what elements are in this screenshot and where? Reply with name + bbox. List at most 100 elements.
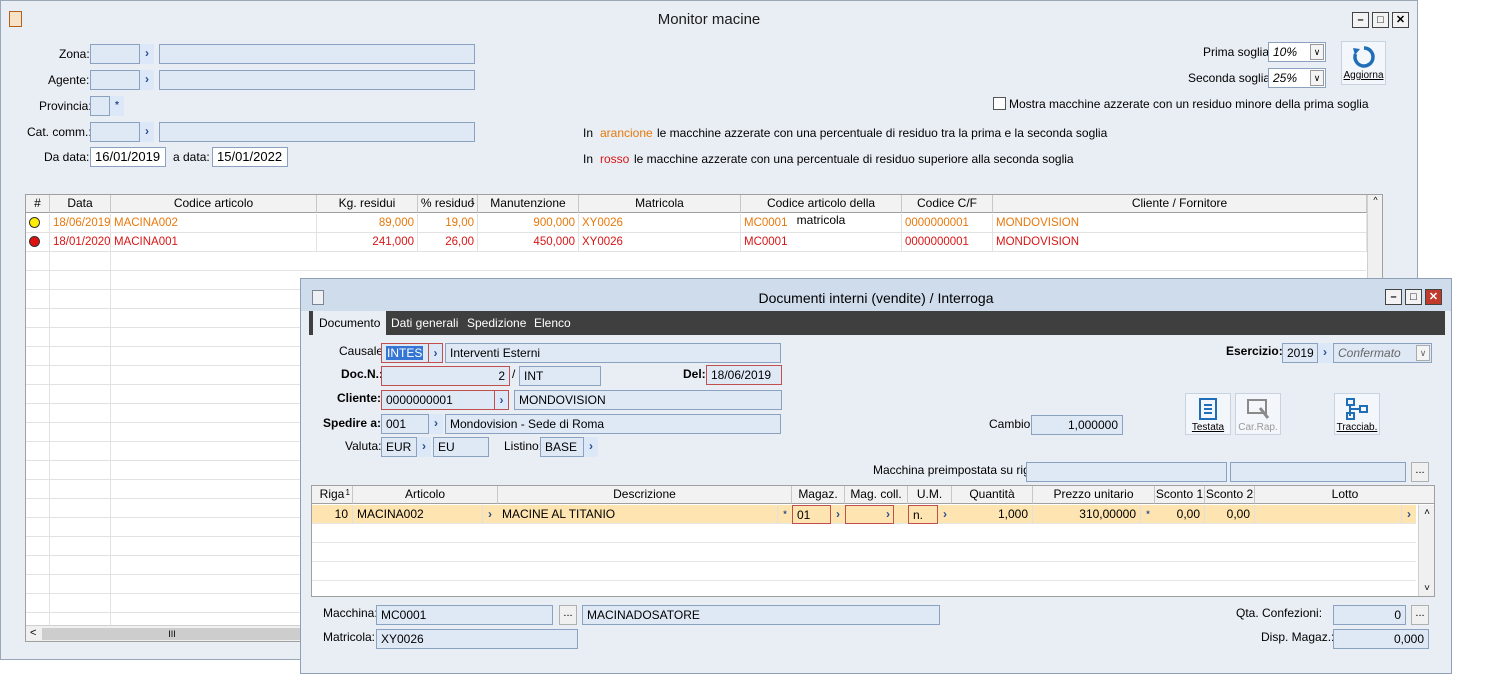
mostra-azzerate-checkbox[interactable] — [993, 97, 1006, 110]
da-data-label: Da data: — [44, 150, 90, 164]
car-rap-button[interactable]: Car.Rap. — [1235, 393, 1281, 435]
doc-minimize-button[interactable]: – — [1385, 289, 1402, 305]
macchina-more-button[interactable]: ... — [559, 605, 577, 625]
valuta-lookup-button[interactable]: › — [417, 437, 431, 457]
cell-lotto[interactable] — [1255, 505, 1402, 524]
tracciab-button[interactable]: Tracciab. — [1334, 393, 1380, 435]
col-header-codice-matricola[interactable]: Codice articolo della matricola — [741, 195, 902, 227]
del-date-input[interactable]: 18/06/2019 — [706, 365, 782, 385]
tab-dati-generali[interactable]: Dati generali — [385, 311, 464, 335]
empty-cell — [26, 537, 50, 556]
causale-lookup-button[interactable]: › — [429, 343, 443, 363]
prezzo-zoom-button[interactable]: * — [1141, 505, 1155, 524]
minimize-button[interactable]: – — [1352, 12, 1369, 28]
cell-descrizione[interactable]: MACINE AL TITANIO — [498, 505, 778, 524]
qta-confezioni-more-button[interactable]: ... — [1411, 605, 1429, 625]
magaz-lookup-button[interactable]: › — [831, 505, 845, 524]
macchina-input[interactable]: MC0001 — [376, 605, 553, 625]
mag-coll-lookup-button[interactable]: › — [881, 505, 895, 524]
col-header-perc-residuo[interactable]: % residuo 1 — [418, 195, 478, 213]
col-header-prezzo[interactable]: Prezzo unitario — [1033, 486, 1155, 504]
hscroll-thumb[interactable]: III — [42, 628, 302, 640]
zona-lookup-button[interactable]: › — [140, 44, 154, 64]
col-header-mag-coll[interactable]: Mag. coll. — [845, 486, 908, 504]
macchina-riga-input[interactable] — [1026, 462, 1227, 482]
qta-confezioni-input[interactable]: 0 — [1333, 605, 1406, 625]
stato-select[interactable]: Confermato ∨ — [1333, 343, 1432, 363]
col-header-cliente[interactable]: Cliente / Fornitore — [993, 195, 1367, 213]
listino-input[interactable]: BASE — [540, 437, 584, 457]
col-header-quantita[interactable]: Quantità — [952, 486, 1033, 504]
a-data-input[interactable]: 15/01/2022 — [212, 147, 288, 167]
cliente-input[interactable]: 0000000001 — [381, 390, 495, 410]
listino-lookup-button[interactable]: › — [584, 437, 598, 457]
tab-spedizione[interactable]: Spedizione — [461, 311, 532, 335]
articolo-lookup-button[interactable]: › — [483, 505, 497, 524]
col-header-magaz[interactable]: Magaz. — [792, 486, 845, 504]
col-header-matricola[interactable]: Matricola — [579, 195, 741, 213]
scroll-up-icon[interactable]: ˄ — [1419, 505, 1434, 521]
table-row[interactable] — [26, 252, 1366, 271]
docn-input[interactable]: 2 — [381, 366, 510, 386]
cell-um[interactable]: n. — [908, 505, 938, 524]
cliente-lookup-button[interactable]: › — [495, 390, 509, 410]
cell-magaz[interactable]: 01 — [792, 505, 831, 524]
maximize-button[interactable]: □ — [1372, 12, 1389, 28]
righe-vscrollbar[interactable]: ˄ ˅ — [1418, 505, 1434, 596]
col-header-lotto[interactable]: Lotto — [1255, 486, 1434, 504]
col-header-data[interactable]: Data — [50, 195, 111, 213]
scroll-left-icon[interactable]: < — [30, 627, 36, 639]
close-button[interactable]: ✕ — [1392, 12, 1409, 28]
cell-sconto1[interactable]: 0,00 — [1155, 505, 1205, 524]
aggiorna-button[interactable]: Aggiorna — [1341, 41, 1386, 85]
col-header-sconto2[interactable]: Sconto 2 — [1205, 486, 1255, 504]
testata-button[interactable]: Testata — [1185, 393, 1231, 435]
window-title: Monitor macine — [657, 11, 761, 28]
um-lookup-button[interactable]: › — [938, 505, 952, 524]
col-header-sconto1[interactable]: Sconto 1 — [1155, 486, 1205, 504]
agente-lookup-button[interactable]: › — [140, 70, 154, 90]
doc-maximize-button[interactable]: □ — [1405, 289, 1422, 305]
scroll-down-icon[interactable]: ˅ — [1419, 581, 1434, 596]
spedire-input[interactable]: 001 — [381, 414, 429, 434]
col-header-kg-residui[interactable]: Kg. residui — [317, 195, 418, 213]
spedire-lookup-button[interactable]: › — [429, 414, 443, 434]
provincia-lookup-button[interactable]: * — [110, 96, 124, 116]
descrizione-zoom-button[interactable]: * — [778, 505, 792, 524]
seconda-soglia-select[interactable]: 25% ∨ — [1268, 68, 1326, 88]
da-data-input[interactable]: 16/01/2019 — [90, 147, 166, 167]
table-row[interactable]: 18/06/2019 MACINA002 89,000 19,00 900,00… — [26, 214, 1367, 233]
esercizio-input[interactable]: 2019 — [1282, 343, 1318, 363]
table-row[interactable]: 18/01/2020 MACINA001 241,000 26,00 450,0… — [26, 233, 1367, 252]
matricola-input[interactable]: XY0026 — [376, 629, 578, 649]
zona-input[interactable] — [90, 44, 140, 64]
table-row[interactable]: 10 MACINA002 › MACINE AL TITANIO * 01 › … — [312, 505, 1416, 524]
tab-elenco[interactable]: Elenco — [528, 311, 577, 335]
cell-quantita[interactable]: 1,000 — [952, 505, 1033, 524]
causale-input[interactable]: INTES — [381, 343, 429, 363]
col-header-hash[interactable]: # — [26, 195, 50, 213]
col-header-descrizione[interactable]: Descrizione — [498, 486, 792, 504]
col-header-codice-articolo[interactable]: Codice articolo — [111, 195, 317, 213]
tab-documento[interactable]: Documento — [313, 311, 387, 335]
cell-prezzo[interactable]: 310,00000 — [1033, 505, 1141, 524]
col-header-riga[interactable]: Riga 1 — [312, 486, 353, 504]
esercizio-lookup-button[interactable]: › — [1318, 343, 1332, 363]
lotto-lookup-button[interactable]: › — [1402, 505, 1416, 524]
cat-comm-input[interactable] — [90, 122, 140, 142]
cat-comm-lookup-button[interactable]: › — [140, 122, 154, 142]
doc-close-button[interactable]: ✕ — [1425, 289, 1442, 305]
col-header-manutenzione[interactable]: Manutenzione — [478, 195, 579, 213]
col-header-um[interactable]: U.M. — [908, 486, 952, 504]
valuta-input[interactable]: EUR — [381, 437, 417, 457]
cell-articolo[interactable]: MACINA002 — [353, 505, 483, 524]
docn-serie-input[interactable]: INT — [519, 366, 601, 386]
col-header-articolo[interactable]: Articolo — [353, 486, 498, 504]
cambio-input[interactable]: 1,000000 — [1031, 415, 1123, 435]
agente-input[interactable] — [90, 70, 140, 90]
provincia-input[interactable] — [90, 96, 110, 116]
cell-sconto2[interactable]: 0,00 — [1205, 505, 1255, 524]
macchina-riga-more-button[interactable]: ... — [1411, 462, 1429, 482]
prima-soglia-select[interactable]: 10% ∨ — [1268, 42, 1326, 62]
col-header-codice-cf[interactable]: Codice C/F — [902, 195, 993, 213]
